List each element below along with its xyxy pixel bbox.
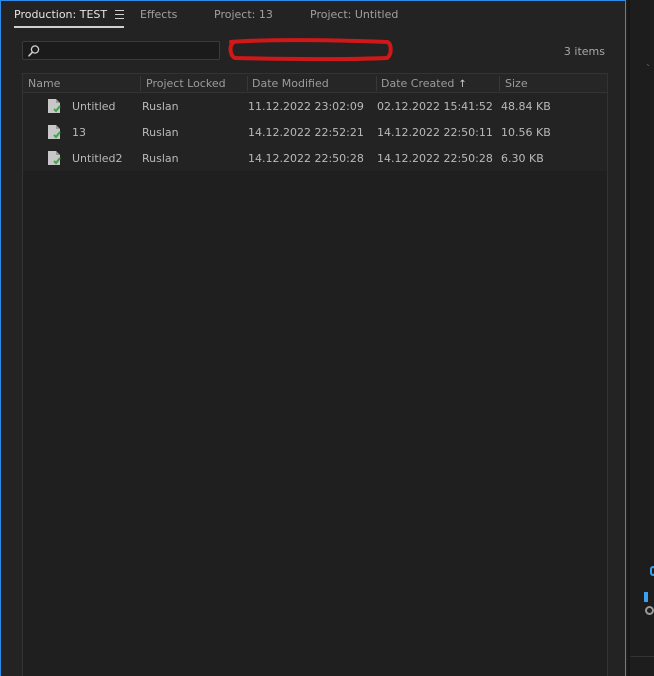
table-row[interactable]: Untitled2 Ruslan 14.12.2022 22:50:28 14.… — [23, 145, 607, 171]
production-panel: Production: TEST Effects Project: 13 Pro… — [0, 0, 626, 676]
cell-date-created: 02.12.2022 15:41:52 — [377, 100, 493, 113]
tab-label: Project: Untitled — [310, 8, 399, 21]
app-window: Production: TEST Effects Project: 13 Pro… — [0, 0, 654, 676]
tab-project-13[interactable]: Project: 13 — [214, 8, 273, 26]
cell-project-locked: Ruslan — [142, 100, 179, 113]
tab-production-test[interactable]: Production: TEST — [14, 8, 125, 28]
sort-ascending-icon: ↑ — [458, 79, 467, 90]
cell-name: Untitled2 — [72, 152, 123, 165]
column-divider[interactable] — [140, 76, 141, 91]
tab-label: Project: 13 — [214, 8, 273, 21]
panel-edge-glyph: ˋ — [646, 64, 651, 75]
column-header-date-modified[interactable]: Date Modified — [252, 77, 329, 90]
project-list[interactable]: Name Project Locked Date Modified Date C… — [22, 73, 608, 676]
tab-label: Production: TEST — [14, 8, 108, 21]
column-header-label: Date Created — [381, 77, 455, 90]
table-row[interactable]: 13 Ruslan 14.12.2022 22:52:21 14.12.2022… — [23, 119, 607, 145]
list-header: Name Project Locked Date Modified Date C… — [23, 73, 607, 93]
tab-effects[interactable]: Effects — [140, 8, 177, 26]
column-divider[interactable] — [376, 76, 377, 91]
premiere-project-file-icon — [48, 151, 61, 165]
search-box[interactable] — [22, 41, 220, 60]
column-divider[interactable] — [499, 76, 500, 91]
column-header-project-locked[interactable]: Project Locked — [146, 77, 226, 90]
adjacent-panel-edge: ˋ — [628, 0, 654, 676]
column-header-date-created[interactable]: Date Created ↑ — [381, 77, 467, 90]
column-divider[interactable] — [247, 76, 248, 91]
table-row[interactable]: Untitled Ruslan 11.12.2022 23:02:09 02.1… — [23, 93, 607, 119]
search-input[interactable] — [43, 43, 213, 58]
column-header-name[interactable]: Name — [28, 77, 60, 90]
cell-date-modified: 14.12.2022 22:50:28 — [248, 152, 364, 165]
cell-size: 10.56 KB — [501, 126, 551, 139]
timeline-marker-icon[interactable] — [650, 566, 654, 576]
cell-date-created: 14.12.2022 22:50:28 — [377, 152, 493, 165]
red-scribble-annotation — [228, 38, 393, 62]
premiere-project-file-icon — [48, 99, 61, 113]
cell-date-modified: 11.12.2022 23:02:09 — [248, 100, 364, 113]
premiere-project-file-icon — [48, 125, 61, 139]
tab-project-untitled[interactable]: Project: Untitled — [310, 8, 398, 26]
hamburger-menu-icon[interactable] — [115, 9, 125, 19]
cell-size: 48.84 KB — [501, 100, 551, 113]
cell-date-created: 14.12.2022 22:50:11 — [377, 126, 493, 139]
cell-project-locked: Ruslan — [142, 126, 179, 139]
cell-date-modified: 14.12.2022 22:52:21 — [248, 126, 364, 139]
column-header-size[interactable]: Size — [505, 77, 528, 90]
panel-resize-divider[interactable] — [628, 0, 630, 676]
item-count-label: 3 items — [563, 45, 605, 58]
circle-handle-icon[interactable] — [645, 606, 654, 615]
panel-tab-bar: Production: TEST Effects Project: 13 Pro… — [1, 1, 625, 31]
divider-line — [630, 656, 654, 657]
cell-name: Untitled — [72, 100, 116, 113]
cell-project-locked: Ruslan — [142, 152, 179, 165]
search-icon — [28, 45, 40, 57]
tab-label: Effects — [140, 8, 178, 21]
playhead-marker-icon[interactable] — [644, 592, 648, 602]
cell-name: 13 — [72, 126, 86, 139]
cell-size: 6.30 KB — [501, 152, 544, 165]
